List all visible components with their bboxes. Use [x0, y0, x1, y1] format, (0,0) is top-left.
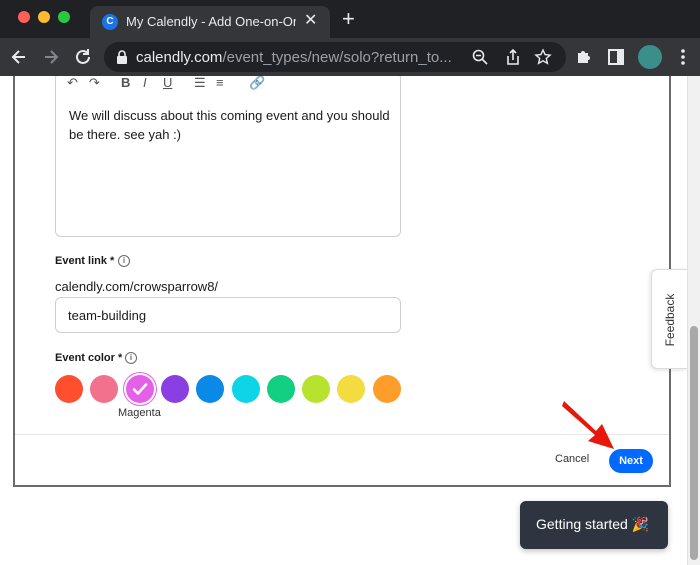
address-bar[interactable]: calendly.com/event_types/new/solo?return…	[104, 42, 566, 72]
url-path: /event_types/new/solo?return_to...	[222, 49, 452, 66]
browser-tab-bar: C My Calendly - Add One-on-One ✕ +	[0, 0, 700, 38]
maximize-window-button[interactable]	[58, 11, 70, 23]
checkmark-icon	[132, 383, 147, 395]
zoom-icon[interactable]	[471, 48, 489, 66]
minimize-window-button[interactable]	[38, 11, 50, 23]
event-color-info-icon[interactable]: i	[125, 352, 137, 364]
bold-icon[interactable]: B	[121, 76, 130, 90]
color-swatch[interactable]	[125, 375, 154, 403]
red-arrow-annotation	[562, 401, 614, 449]
lock-icon	[116, 50, 128, 64]
color-swatch[interactable]	[160, 375, 189, 403]
share-icon[interactable]	[504, 48, 522, 66]
url-text: calendly.com/event_types/new/solo?return…	[136, 49, 466, 66]
color-swatch[interactable]	[302, 375, 331, 403]
url-domain: calendly.com	[136, 49, 223, 66]
tab-close-icon[interactable]: ✕	[304, 11, 317, 31]
page-content: ↶ ↷ B I U ☰ ≡ 🔗 We will discuss about th…	[0, 76, 700, 565]
extensions-puzzle-icon[interactable]	[574, 47, 594, 67]
numbered-list-icon[interactable]: ≡	[216, 76, 224, 90]
event-link-label: Event link *	[55, 255, 115, 267]
more-menu-icon[interactable]	[673, 47, 693, 67]
browser-tab[interactable]: C My Calendly - Add One-on-One ✕	[90, 6, 330, 38]
underline-icon[interactable]: U	[163, 76, 172, 90]
color-swatch[interactable]	[231, 375, 260, 403]
reload-icon[interactable]	[72, 46, 94, 68]
color-swatch[interactable]	[55, 375, 83, 403]
event-link-prefix: calendly.com/crowsparrow8/	[55, 279, 219, 294]
link-icon[interactable]: 🔗	[249, 76, 265, 91]
getting-started-toast[interactable]: Getting started 🎉	[520, 501, 668, 549]
back-arrow-icon[interactable]	[8, 46, 30, 68]
browser-toolbar: calendly.com/event_types/new/solo?return…	[0, 38, 700, 76]
tab-title: My Calendly - Add One-on-One	[126, 14, 296, 29]
description-text[interactable]: We will discuss about this coming event …	[69, 106, 394, 144]
close-window-button[interactable]	[18, 11, 30, 23]
color-swatch[interactable]	[266, 375, 295, 403]
bookmark-star-icon[interactable]	[534, 48, 552, 66]
undo-icon[interactable]: ↶	[67, 76, 78, 91]
redo-icon[interactable]: ↷	[89, 76, 100, 91]
forward-arrow-icon[interactable]	[40, 46, 62, 68]
bullet-list-icon[interactable]: ☰	[194, 76, 206, 91]
italic-icon[interactable]: I	[143, 76, 147, 90]
cancel-button[interactable]: Cancel	[555, 453, 589, 465]
new-tab-icon[interactable]: +	[342, 7, 355, 31]
calendly-favicon-icon: C	[102, 14, 118, 30]
profile-avatar[interactable]	[638, 45, 662, 69]
selected-color-name: Magenta	[118, 407, 161, 419]
feedback-tab[interactable]: Feedback	[651, 269, 687, 369]
event-link-info-icon[interactable]: i	[118, 255, 130, 267]
scrollbar-thumb[interactable]	[690, 326, 698, 560]
event-color-label: Event color *	[55, 352, 123, 364]
color-swatch[interactable]	[372, 375, 401, 403]
toast-text: Getting started 🎉	[536, 516, 650, 532]
description-editor[interactable]: ↶ ↷ B I U ☰ ≡ 🔗 We will discuss about th…	[55, 76, 401, 237]
feedback-label: Feedback	[663, 293, 677, 347]
side-panel-icon[interactable]	[606, 47, 626, 67]
color-swatch[interactable]	[196, 375, 225, 403]
page-scrollbar[interactable]	[687, 76, 700, 565]
event-link-input[interactable]	[55, 297, 401, 333]
